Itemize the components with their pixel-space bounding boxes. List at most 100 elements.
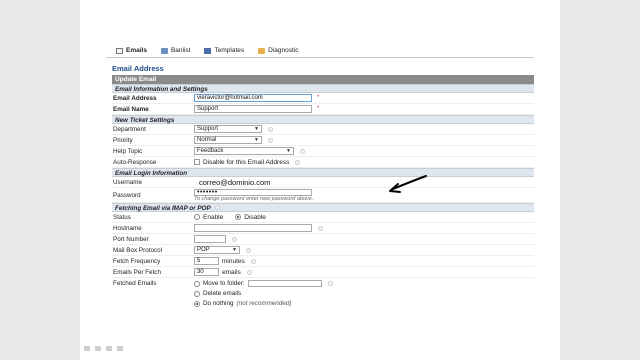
status-disable-label: Disable <box>244 213 266 221</box>
protocol-select[interactable]: POP ▼ <box>194 246 240 254</box>
page-title: Email Address <box>112 64 164 73</box>
delete-radio[interactable] <box>194 290 200 297</box>
department-row: Department Support ▼ <box>112 124 534 135</box>
password-label: Password <box>113 191 141 199</box>
emails-per-fetch-input[interactable]: 30 <box>194 268 219 276</box>
help-icon[interactable] <box>318 225 323 231</box>
priority-select[interactable]: Normal ▼ <box>194 136 262 144</box>
auto-response-row: Auto-Response Disable for this Email Add… <box>112 157 534 168</box>
annotation-arrow-icon <box>389 175 427 193</box>
password-input[interactable]: ••••••• <box>194 189 312 196</box>
protocol-field-wrap: POP ▼ <box>194 246 251 254</box>
emails-per-fetch-label: Emails Per Fetch <box>113 268 161 276</box>
help-icon[interactable] <box>232 236 237 242</box>
fetch-frequency-field-wrap: 5 minutes <box>194 257 256 265</box>
move-radio[interactable] <box>194 280 200 287</box>
tab-banlist[interactable]: Banlist <box>159 47 193 57</box>
fetched-emails-row: Fetched Emails Move to folder: Delete em… <box>112 278 534 308</box>
email-address-field-wrap: vieravictor@hotmail.com * <box>194 94 319 102</box>
diagnostic-icon <box>258 47 266 54</box>
department-select[interactable]: Support ▼ <box>194 125 262 133</box>
priority-row: Priority Normal ▼ <box>112 135 534 146</box>
email-name-row: Email Name Support * <box>112 104 534 115</box>
password-note: To change password enter new password ab… <box>194 196 314 202</box>
fetch-frequency-row: Fetch Frequency 5 minutes <box>112 256 534 267</box>
auto-response-field-wrap: Disable for this Email Address <box>194 158 301 166</box>
auto-response-text: Disable for this Email Address <box>203 158 290 166</box>
help-icon[interactable] <box>250 258 256 264</box>
control-icon[interactable] <box>117 346 123 351</box>
video-frame: Emails Banlist Templates Diagnostic Emai… <box>80 0 560 360</box>
help-icon[interactable] <box>268 137 273 143</box>
fetch-frequency-input[interactable]: 5 <box>194 257 219 265</box>
templates-icon <box>204 47 212 54</box>
chevron-down-icon: ▼ <box>232 247 237 253</box>
username-row: Username correo@dominio.com <box>112 177 534 188</box>
help-topic-value: Feedback <box>197 148 224 154</box>
port-label: Port Number <box>113 235 149 243</box>
option-nothing: Do nothing (not recommended) <box>194 299 333 308</box>
port-field-wrap <box>194 235 237 243</box>
email-name-label: Email Name <box>113 105 149 113</box>
priority-label: Priority <box>113 136 133 144</box>
help-topic-select[interactable]: Feedback ▼ <box>194 147 294 155</box>
fetch-section-heading: Fetching Email via IMAP or POP <box>112 203 534 212</box>
help-icon[interactable] <box>300 148 305 154</box>
email-name-input[interactable]: Support <box>194 105 312 113</box>
port-input[interactable] <box>194 235 226 243</box>
department-value: Support <box>197 126 219 132</box>
hostname-input[interactable] <box>194 224 312 232</box>
help-icon[interactable] <box>246 247 251 253</box>
auto-response-checkbox[interactable] <box>194 159 200 165</box>
department-label: Department <box>113 125 146 133</box>
move-folder-input[interactable] <box>247 280 322 287</box>
username-label: Username <box>113 178 143 186</box>
help-icon[interactable] <box>268 126 273 132</box>
control-icon[interactable] <box>106 346 112 351</box>
nothing-note: (not recommended) <box>236 300 292 307</box>
chevron-down-icon: ▼ <box>286 148 291 154</box>
emails-per-fetch-field-wrap: 30 emails <box>194 268 252 276</box>
tab-diagnostic[interactable]: Diagnostic <box>256 47 300 57</box>
required-mark: * <box>317 95 320 101</box>
hostname-row: Hostname <box>112 223 534 234</box>
password-field-wrap: ••••••• <box>194 189 312 196</box>
move-label: Move to folder: <box>203 280 245 287</box>
hostname-label: Hostname <box>113 224 142 232</box>
option-delete: Delete emails <box>194 289 333 298</box>
nothing-radio[interactable] <box>194 300 200 307</box>
tab-emails[interactable]: Emails <box>114 47 149 57</box>
help-icon[interactable] <box>215 205 221 210</box>
chevron-down-icon: ▼ <box>254 126 259 132</box>
username-value: correo@dominio.com <box>199 178 271 187</box>
tab-templates[interactable]: Templates <box>202 47 246 57</box>
auto-response-label: Auto-Response <box>113 158 157 166</box>
required-mark: * <box>317 106 320 112</box>
help-icon[interactable] <box>327 281 333 286</box>
status-row: Status Enable Disable <box>112 212 534 223</box>
control-icon[interactable] <box>84 346 90 351</box>
fetch-heading-text: Fetching Email via IMAP or POP <box>115 205 211 212</box>
protocol-row: Mail Box Protocol POP ▼ <box>112 245 534 256</box>
settings-page: Emails Banlist Templates Diagnostic Emai… <box>106 44 534 316</box>
email-address-label: Email Address <box>113 94 157 102</box>
priority-field-wrap: Normal ▼ <box>194 136 273 144</box>
email-address-row: Email Address vieravictor@hotmail.com * <box>112 93 534 104</box>
status-enable-radio[interactable] <box>194 214 200 220</box>
email-address-input[interactable]: vieravictor@hotmail.com <box>194 94 312 102</box>
email-name-field-wrap: Support * <box>194 105 319 113</box>
status-disable-radio[interactable] <box>235 214 242 220</box>
help-icon[interactable] <box>246 269 252 275</box>
update-email-bar: Update Email <box>112 75 534 84</box>
control-icon[interactable] <box>95 346 101 351</box>
tab-emails-label: Emails <box>126 47 147 54</box>
help-icon[interactable] <box>295 159 301 165</box>
password-row: Password ••••••• To change password ente… <box>112 188 534 203</box>
tab-templates-label: Templates <box>214 47 245 54</box>
banlist-icon <box>160 47 168 54</box>
department-field-wrap: Support ▼ <box>194 125 273 133</box>
port-row: Port Number <box>112 234 534 245</box>
option-move: Move to folder: <box>194 279 333 288</box>
fetch-frequency-label: Fetch Frequency <box>113 257 161 265</box>
chevron-down-icon: ▼ <box>254 137 259 143</box>
